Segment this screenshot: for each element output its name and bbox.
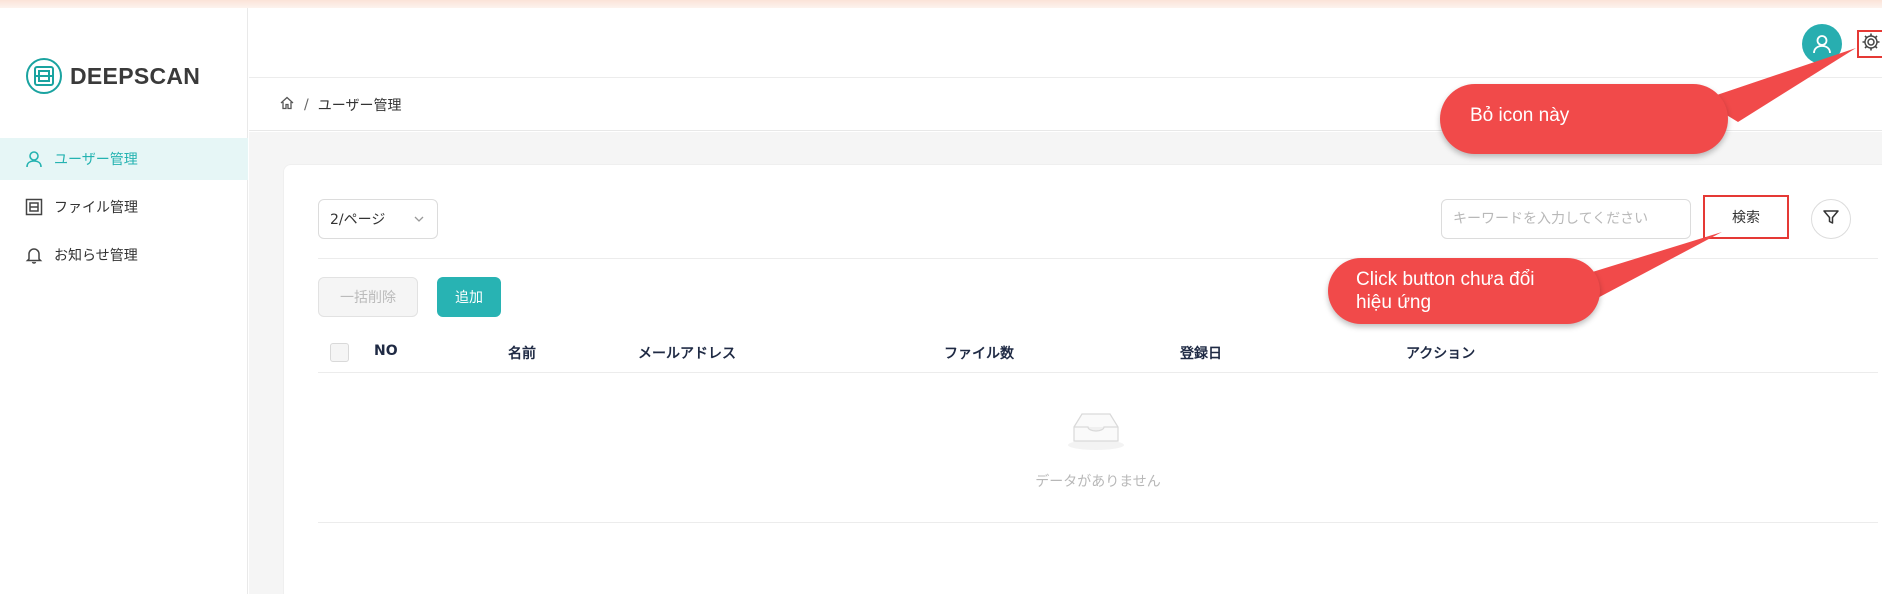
page-size-select[interactable]: 2/ページ [318,199,438,239]
gear-icon [1861,32,1881,56]
annotation-text-line1: Click button chưa đổi [1356,269,1535,290]
search-input[interactable] [1441,199,1691,239]
user-avatar-icon[interactable] [1802,24,1842,64]
add-button[interactable]: 追加 [437,277,501,317]
sidebar-item-notice-management[interactable]: お知らせ管理 [0,234,248,276]
table-header: NO 名前 メールアドレス ファイル数 登録日 アクション [318,331,1878,373]
file-icon [24,197,44,217]
chevron-down-icon [412,212,426,230]
user-list-card: 2/ページ 検索 一括削除 追加 NO 名前 メールアドレス ファイル数 [283,164,1882,594]
logo[interactable]: DEEPSCAN [26,58,200,94]
column-header-file-count[interactable]: ファイル数 [944,343,1014,363]
empty-text: データがありません [1035,474,1161,490]
annotation-callout-button-effect: Click button chưa đổi hiệu ứng [1328,258,1600,324]
page-size-value: 2/ページ [330,212,386,228]
empty-state: データがありません [318,373,1878,523]
main-content: 2/ページ 検索 一括削除 追加 NO 名前 メールアドレス ファイル数 [249,132,1882,594]
sidebar-menu: ユーザー管理 ファイル管理 お知らせ管理 [0,138,248,282]
sidebar-item-file-management[interactable]: ファイル管理 [0,186,248,228]
annotation-callout-remove-icon: Bỏ icon này [1440,84,1728,154]
filter-button[interactable] [1811,199,1851,239]
header [249,8,1882,78]
deepscan-logo-icon [26,58,62,94]
column-header-name[interactable]: 名前 [508,343,536,363]
sidebar: DEEPSCAN ユーザー管理 ファイル管理 お知らせ管理 [0,8,248,594]
empty-inbox-icon [1064,409,1128,455]
annotation-text-line2: hiệu ứng [1356,292,1432,313]
column-header-registered-date[interactable]: 登録日 [1180,343,1222,363]
toolbar-divider [318,258,1878,259]
annotation-text: Bỏ icon này [1470,105,1570,126]
top-strip [0,0,1882,8]
filter-icon [1822,208,1840,230]
sidebar-item-label: ファイル管理 [54,200,138,216]
user-icon [24,149,44,169]
column-header-action[interactable]: アクション [1406,343,1475,363]
bell-icon [24,245,44,265]
bulk-delete-button[interactable]: 一括削除 [318,277,418,317]
home-icon[interactable] [279,95,295,115]
column-header-no[interactable]: NO [374,343,398,359]
select-all-checkbox[interactable] [330,343,349,362]
breadcrumb-separator: / [304,96,309,113]
page: DEEPSCAN ユーザー管理 ファイル管理 お知らせ管理 / ユーザー管理 2… [0,0,1882,594]
search-button[interactable]: 検索 [1703,195,1789,239]
sidebar-item-user-management[interactable]: ユーザー管理 [0,138,248,180]
settings-button[interactable] [1857,30,1882,58]
breadcrumb-current: ユーザー管理 [317,97,402,114]
brand-name: DEEPSCAN [70,62,201,89]
sidebar-item-label: お知らせ管理 [54,248,138,264]
sidebar-item-label: ユーザー管理 [54,152,138,168]
column-header-email[interactable]: メールアドレス [638,343,736,363]
